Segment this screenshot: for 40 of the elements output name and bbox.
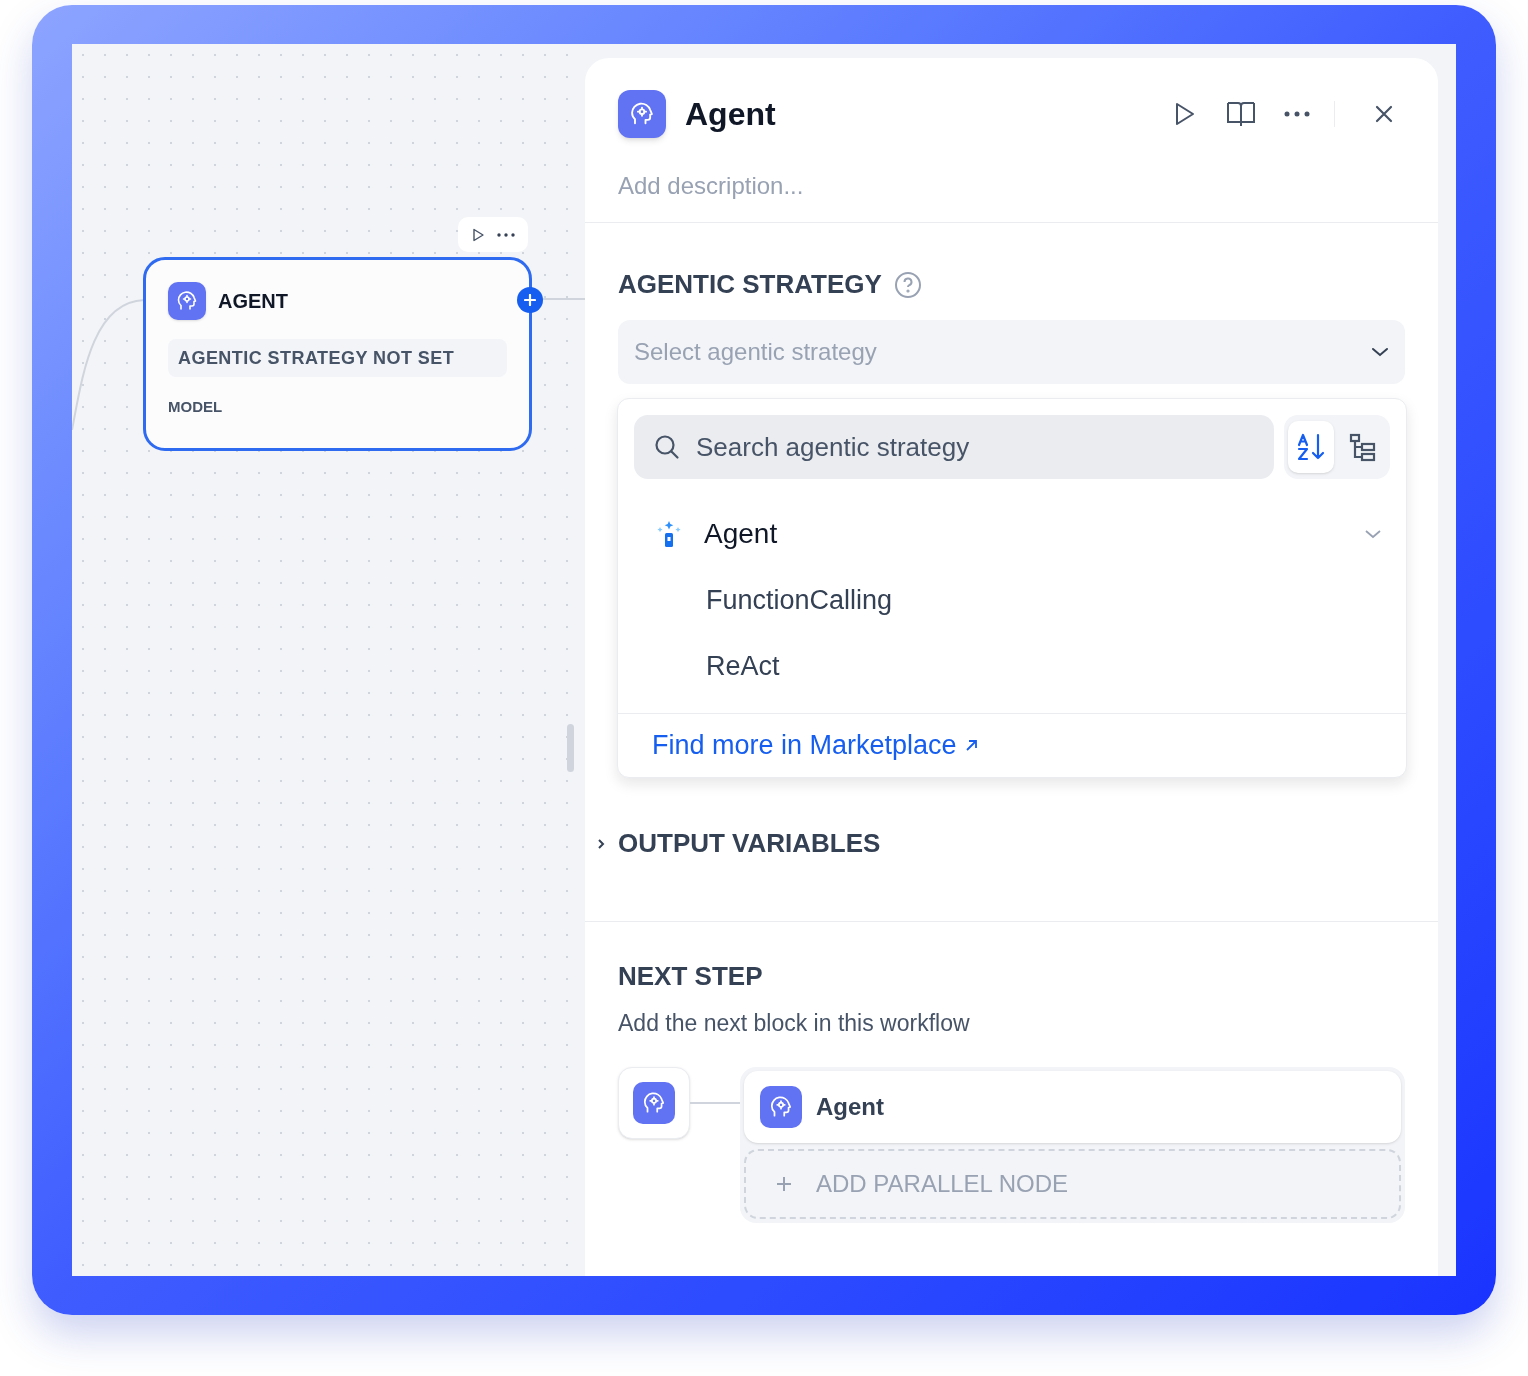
section-description: Add the next block in this workflow (618, 1009, 971, 1038)
agent-node[interactable]: AGENT AGENTIC STRATEGY NOT SET MODEL (143, 257, 532, 451)
section-label: AGENTIC STRATEGY (618, 268, 882, 301)
strategy-status: AGENTIC STRATEGY NOT SET (168, 339, 507, 377)
sort-az-icon (1296, 432, 1326, 462)
description-field[interactable]: Add description... (618, 168, 1318, 204)
panel-title: Agent (685, 95, 776, 134)
model-label: MODEL (168, 397, 224, 417)
next-node-card[interactable]: Agent (744, 1070, 1401, 1143)
connector-line (690, 1101, 740, 1104)
section-label[interactable]: OUTPUT VARIABLES (618, 824, 881, 863)
chevron-down-icon (1371, 347, 1389, 357)
chevron-right-icon[interactable] (597, 837, 605, 850)
tree-icon (1348, 432, 1378, 462)
strategy-item[interactable]: FunctionCalling (618, 567, 1406, 633)
provider-item[interactable]: Agent (618, 501, 1406, 567)
node-title: AGENT (218, 289, 288, 314)
resize-handle[interactable] (567, 724, 574, 772)
agent-icon (168, 282, 206, 320)
marketplace-link[interactable]: Find more in Marketplace (652, 725, 978, 766)
more-icon[interactable] (1284, 111, 1310, 117)
run-icon[interactable] (471, 227, 485, 242)
strategy-item[interactable]: ReAct (618, 633, 1406, 699)
add-handle[interactable] (517, 287, 543, 313)
run-icon[interactable] (1174, 102, 1196, 126)
plus-icon (776, 1175, 792, 1192)
external-link-icon (964, 739, 978, 752)
close-icon[interactable] (1375, 105, 1393, 123)
book-icon[interactable] (1226, 101, 1256, 127)
agent-icon (618, 90, 666, 138)
search-icon (654, 434, 680, 460)
sort-button[interactable] (1288, 421, 1334, 473)
section-label: NEXT STEP (618, 960, 764, 993)
plus-icon (524, 294, 536, 306)
agent-icon (633, 1081, 675, 1124)
more-icon[interactable] (497, 232, 515, 237)
help-icon[interactable] (893, 270, 922, 299)
search-field[interactable]: Search agentic strategy (634, 415, 1274, 479)
edge-line (540, 298, 585, 300)
agent-icon (760, 1085, 802, 1128)
